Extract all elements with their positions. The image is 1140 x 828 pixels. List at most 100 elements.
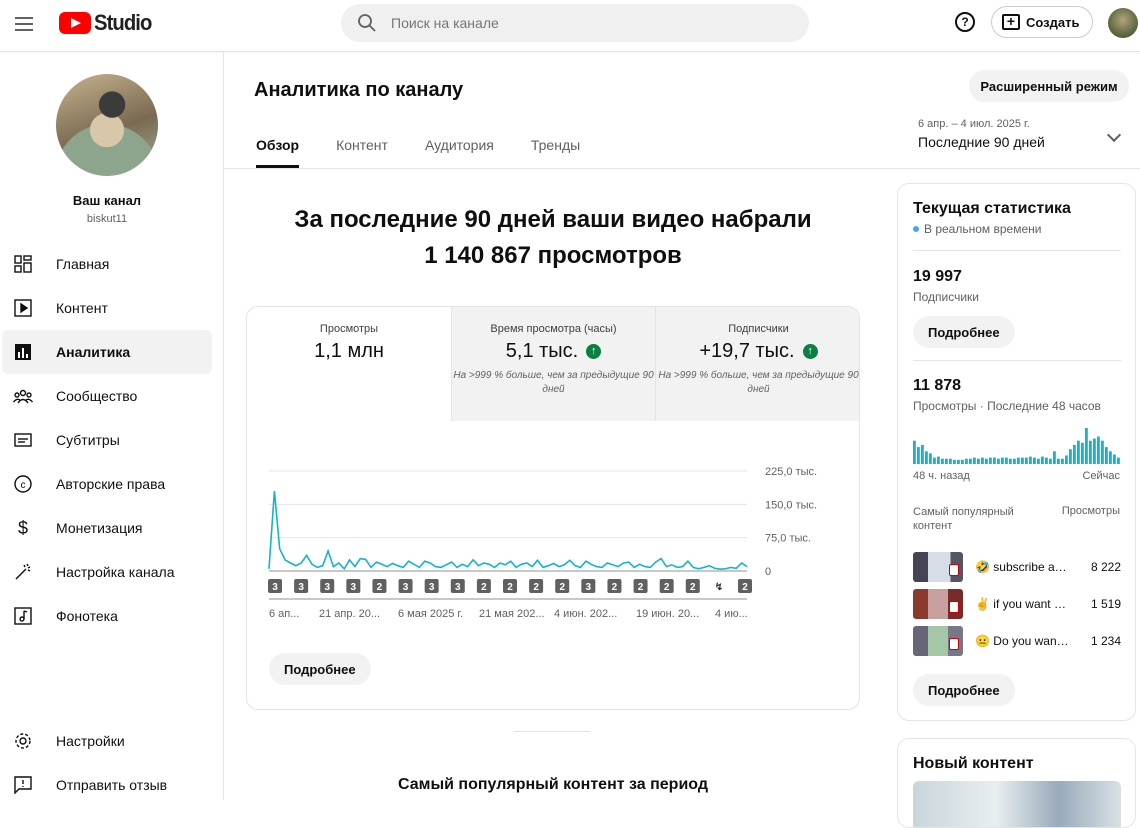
- sidebar-item-customization[interactable]: Настройка канала: [2, 550, 212, 594]
- realtime-bar[interactable]: [1061, 458, 1064, 464]
- realtime-bar[interactable]: [1093, 438, 1096, 464]
- create-button[interactable]: + Создать: [991, 6, 1093, 38]
- video-publish-marker[interactable]: ↯: [711, 579, 726, 593]
- realtime-bar[interactable]: [961, 459, 964, 464]
- video-publish-marker[interactable]: 3: [424, 579, 439, 593]
- realtime-bar[interactable]: [1113, 454, 1116, 465]
- realtime-bar[interactable]: [929, 453, 932, 464]
- chevron-down-icon[interactable]: [1106, 127, 1122, 143]
- top-content-details-button[interactable]: Подробнее: [913, 674, 1015, 706]
- realtime-bar[interactable]: [1089, 440, 1092, 464]
- realtime-bar[interactable]: [1109, 451, 1112, 464]
- realtime-bar[interactable]: [921, 444, 924, 464]
- sidebar-item-copyright[interactable]: c Авторские права: [2, 462, 212, 506]
- realtime-bar[interactable]: [913, 440, 916, 464]
- realtime-bar[interactable]: [1025, 457, 1028, 464]
- realtime-bar[interactable]: [1017, 457, 1020, 464]
- realtime-bar[interactable]: [1117, 457, 1120, 464]
- date-range-picker[interactable]: 6 апр. – 4 июл. 2025 г. Последние 90 дне…: [918, 118, 1045, 150]
- realtime-bar[interactable]: [953, 459, 956, 464]
- realtime-bar[interactable]: [1081, 442, 1084, 464]
- realtime-bar[interactable]: [945, 458, 948, 464]
- search-bar[interactable]: [341, 4, 809, 42]
- sidebar-item-settings[interactable]: Настройки: [2, 719, 212, 763]
- realtime-bar[interactable]: [1065, 455, 1068, 465]
- tab-overview[interactable]: Обзор: [256, 137, 300, 168]
- video-publish-marker[interactable]: 2: [659, 579, 674, 593]
- sidebar-item-audio-library[interactable]: Фонотека: [2, 594, 212, 638]
- details-button[interactable]: Подробнее: [269, 653, 371, 685]
- tab-trends[interactable]: Тренды: [531, 137, 580, 168]
- realtime-bar[interactable]: [1029, 456, 1032, 464]
- tab-content[interactable]: Контент: [336, 137, 388, 168]
- realtime-bar[interactable]: [925, 451, 928, 464]
- realtime-bar[interactable]: [941, 458, 944, 464]
- kpi-views[interactable]: Просмотры 1,1 млн: [247, 307, 451, 421]
- realtime-bar[interactable]: [1069, 449, 1072, 464]
- video-publish-marker[interactable]: 2: [503, 579, 517, 593]
- video-publish-marker[interactable]: 3: [294, 579, 309, 593]
- realtime-bar[interactable]: [1013, 458, 1016, 464]
- kpi-watch-time[interactable]: Время просмотра (часы) 5,1 тыс. ↑ На >999…: [451, 307, 655, 421]
- realtime-bar[interactable]: [973, 457, 976, 464]
- realtime-bar[interactable]: [965, 458, 968, 464]
- realtime-bar[interactable]: [1097, 436, 1100, 465]
- realtime-bar[interactable]: [969, 458, 972, 464]
- sidebar-item-subtitles[interactable]: Субтитры: [2, 418, 212, 462]
- video-publish-marker[interactable]: 2: [685, 579, 700, 593]
- sidebar-item-monetization[interactable]: $ Монетизация: [2, 506, 212, 550]
- realtime-bar[interactable]: [1049, 458, 1052, 464]
- realtime-bar[interactable]: [957, 459, 960, 464]
- top-video-row[interactable]: 😐 Do you want ... 1 234: [913, 626, 1121, 656]
- tab-audience[interactable]: Аудитория: [425, 137, 494, 168]
- video-publish-marker[interactable]: 2: [607, 579, 622, 593]
- realtime-bar[interactable]: [997, 458, 1000, 464]
- sidebar-item-community[interactable]: Сообщество: [2, 374, 212, 418]
- help-icon[interactable]: ?: [955, 12, 975, 32]
- realtime-bar[interactable]: [1045, 457, 1048, 464]
- sidebar-item-content[interactable]: Контент: [2, 286, 212, 330]
- realtime-bar[interactable]: [985, 458, 988, 464]
- realtime-bar[interactable]: [933, 457, 936, 464]
- account-avatar[interactable]: [1108, 8, 1138, 38]
- realtime-bar[interactable]: [1037, 458, 1040, 464]
- realtime-bar[interactable]: [1057, 458, 1060, 464]
- channel-avatar[interactable]: [56, 74, 158, 176]
- subscribers-details-button[interactable]: Подробнее: [913, 316, 1015, 348]
- realtime-bar[interactable]: [989, 457, 992, 464]
- realtime-bar[interactable]: [1105, 447, 1108, 464]
- sidebar-item-dashboard[interactable]: Главная: [2, 242, 212, 286]
- video-publish-marker[interactable]: 3: [581, 579, 596, 593]
- realtime-bar[interactable]: [917, 447, 920, 464]
- realtime-bar-chart[interactable]: [913, 424, 1121, 464]
- studio-logo[interactable]: Studio: [59, 10, 156, 36]
- video-publish-marker[interactable]: 2: [476, 579, 491, 593]
- top-video-row[interactable]: ✌️ if you want to ... 1 519: [913, 589, 1121, 619]
- realtime-bar[interactable]: [1077, 440, 1080, 464]
- realtime-bar[interactable]: [993, 457, 996, 464]
- realtime-bar[interactable]: [981, 457, 984, 464]
- realtime-bar[interactable]: [1085, 428, 1088, 464]
- realtime-bar[interactable]: [1001, 457, 1004, 464]
- video-publish-marker[interactable]: 2: [529, 579, 544, 593]
- realtime-bar[interactable]: [1021, 457, 1024, 464]
- sidebar-item-feedback[interactable]: Отправить отзыв: [2, 763, 212, 807]
- video-publish-marker[interactable]: 3: [450, 579, 465, 593]
- realtime-bar[interactable]: [1041, 456, 1044, 464]
- views-line-chart[interactable]: 225,0 тыс. 150,0 тыс. 75,0 тыс. 0 3 3 3 3 2 3 3 3 2 2…: [247, 421, 860, 643]
- realtime-bar[interactable]: [1005, 457, 1008, 464]
- video-publish-marker[interactable]: 2: [555, 579, 570, 593]
- video-publish-marker[interactable]: 2: [738, 579, 752, 593]
- realtime-bar[interactable]: [949, 458, 952, 464]
- realtime-bar[interactable]: [1053, 451, 1056, 464]
- realtime-bar[interactable]: [1009, 458, 1012, 464]
- video-publish-marker[interactable]: 3: [320, 579, 335, 593]
- search-input[interactable]: [391, 15, 771, 31]
- advanced-mode-button[interactable]: Расширенный режим: [969, 70, 1129, 102]
- video-publish-marker[interactable]: 2: [633, 579, 648, 593]
- video-publish-marker[interactable]: 3: [268, 579, 282, 593]
- realtime-bar[interactable]: [1033, 457, 1036, 464]
- new-content-thumbnail[interactable]: [913, 781, 1121, 827]
- video-publish-marker[interactable]: 3: [398, 579, 413, 593]
- video-publish-marker[interactable]: 2: [372, 579, 387, 593]
